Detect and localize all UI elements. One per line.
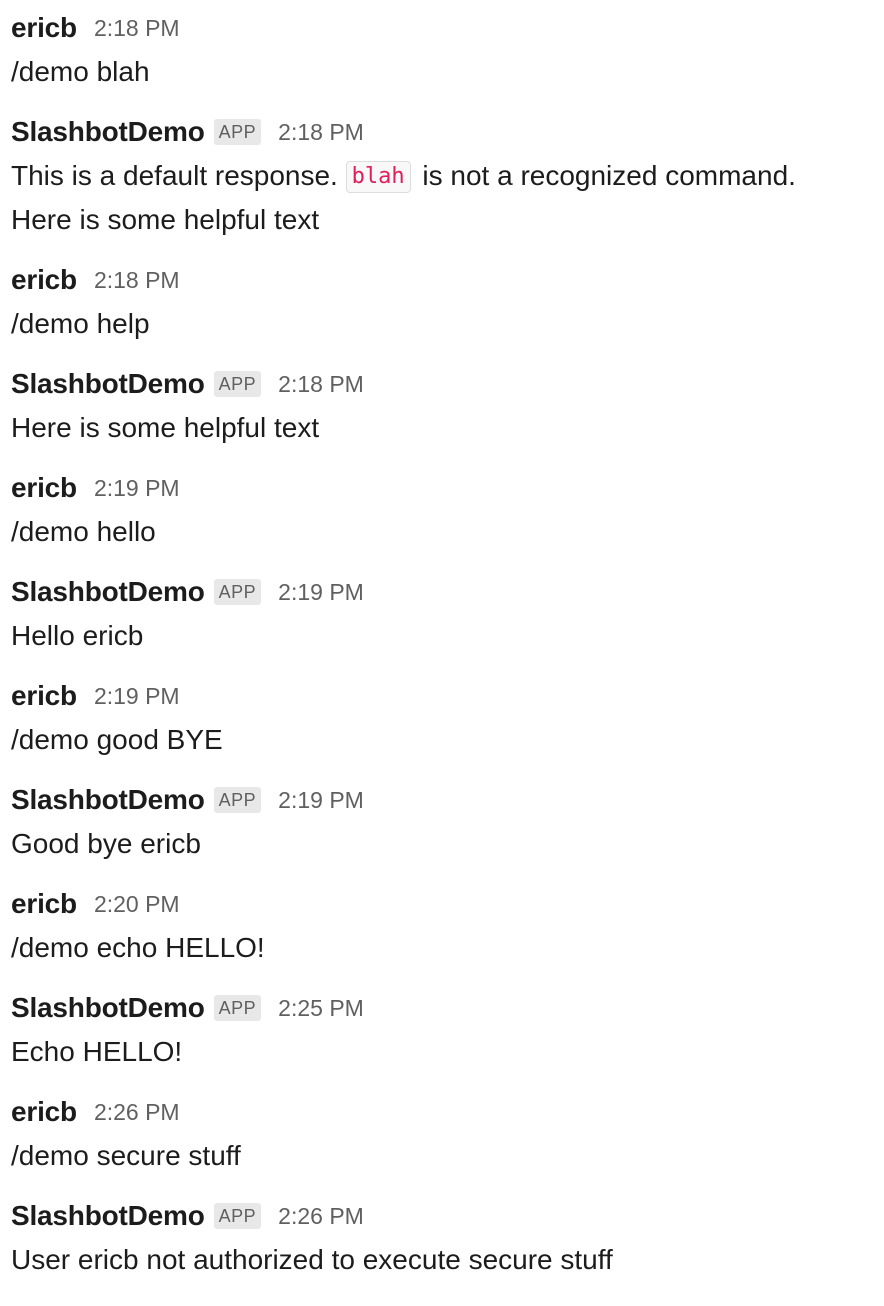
message-timestamp[interactable]: 2:25 PM	[278, 995, 364, 1022]
message-text: /demo hello	[11, 516, 156, 547]
message-header: ericb 2:18 PM	[11, 10, 180, 46]
message-header: SlashbotDemo APP 2:18 PM	[11, 114, 364, 150]
message-body: /demo blah	[11, 50, 150, 94]
app-badge: APP	[213, 119, 262, 145]
sender-name[interactable]: SlashbotDemo	[11, 576, 205, 608]
message-body: /demo good BYE	[11, 718, 223, 762]
message-header: SlashbotDemo APP 2:19 PM	[11, 782, 364, 818]
sender-name[interactable]: ericb	[11, 12, 77, 44]
message-body: /demo help	[11, 302, 150, 346]
message-text: /demo echo HELLO!	[11, 932, 265, 963]
message-item: ericb 2:19 PM/demo good BYE	[11, 678, 884, 782]
sender-name[interactable]: ericb	[11, 1096, 77, 1128]
message-text: Here is some helpful text	[11, 204, 320, 235]
message-timestamp[interactable]: 2:19 PM	[278, 579, 364, 606]
message-line: /demo secure stuff	[11, 1134, 241, 1178]
app-badge: APP	[213, 787, 262, 813]
message-line: /demo hello	[11, 510, 156, 554]
sender-name[interactable]: ericb	[11, 472, 77, 504]
message-timestamp[interactable]: 2:18 PM	[278, 119, 364, 146]
app-badge: APP	[213, 995, 262, 1021]
message-line: /demo help	[11, 302, 150, 346]
message-list: ericb 2:18 PM/demo blah SlashbotDemo APP 2:1…	[0, 0, 884, 1306]
message-text: User ericb not authorized to execute sec…	[11, 1244, 613, 1275]
message-item: SlashbotDemo APP 2:19 PM Hello ericb	[11, 574, 884, 678]
message-header: ericb 2:19 PM	[11, 678, 180, 714]
message-body: Echo HELLO!	[11, 1030, 182, 1074]
message-item: ericb 2:20 PM/demo echo HELLO!	[11, 886, 884, 990]
message-text: /demo secure stuff	[11, 1140, 241, 1171]
message-timestamp[interactable]: 2:19 PM	[278, 787, 364, 814]
message-timestamp[interactable]: 2:26 PM	[94, 1099, 180, 1126]
message-line: /demo blah	[11, 50, 150, 94]
message-text: is not a recognized command.	[414, 160, 796, 191]
message-item: ericb 2:19 PM/demo hello	[11, 470, 884, 574]
sender-name[interactable]: SlashbotDemo	[11, 992, 205, 1024]
message-header: SlashbotDemo APP 2:26 PM	[11, 1198, 364, 1234]
inline-code: blah	[345, 161, 411, 193]
message-line: This is a default response. blah is not …	[11, 154, 796, 198]
message-item: ericb 2:18 PM/demo blah	[11, 10, 884, 114]
message-timestamp[interactable]: 2:20 PM	[94, 891, 180, 918]
sender-name[interactable]: ericb	[11, 680, 77, 712]
sender-name[interactable]: ericb	[11, 264, 77, 296]
message-timestamp[interactable]: 2:26 PM	[278, 1203, 364, 1230]
message-timestamp[interactable]: 2:18 PM	[94, 15, 180, 42]
message-text: This is a default response.	[11, 160, 346, 191]
message-body: User ericb not authorized to execute sec…	[11, 1238, 613, 1282]
message-timestamp[interactable]: 2:18 PM	[94, 267, 180, 294]
app-badge: APP	[213, 579, 262, 605]
message-body: /demo echo HELLO!	[11, 926, 265, 970]
message-timestamp[interactable]: 2:19 PM	[94, 683, 180, 710]
sender-name[interactable]: SlashbotDemo	[11, 368, 205, 400]
message-line: User ericb not authorized to execute sec…	[11, 1238, 613, 1282]
sender-name[interactable]: ericb	[11, 888, 77, 920]
message-text: Here is some helpful text	[11, 412, 320, 443]
message-header: ericb 2:20 PM	[11, 886, 180, 922]
message-line: Echo HELLO!	[11, 1030, 182, 1074]
sender-name[interactable]: SlashbotDemo	[11, 116, 205, 148]
message-text: /demo blah	[11, 56, 150, 87]
app-badge: APP	[213, 1203, 262, 1229]
message-line: /demo good BYE	[11, 718, 223, 762]
message-line: Here is some helpful text	[11, 406, 319, 450]
message-body: This is a default response. blah is not …	[11, 154, 796, 242]
message-line: Here is some helpful text	[11, 198, 796, 242]
message-body: /demo hello	[11, 510, 156, 554]
message-header: ericb 2:19 PM	[11, 470, 180, 506]
message-text: /demo help	[11, 308, 150, 339]
message-header: SlashbotDemo APP 2:18 PM	[11, 366, 364, 402]
message-text: Good bye ericb	[11, 828, 201, 859]
message-item: SlashbotDemo APP 2:18 PM Here is some helpf…	[11, 366, 884, 470]
message-body: Hello ericb	[11, 614, 143, 658]
message-item: SlashbotDemo APP 2:18 PM This is a default …	[11, 114, 884, 235]
message-body: /demo secure stuff	[11, 1134, 241, 1178]
message-timestamp[interactable]: 2:19 PM	[94, 475, 180, 502]
message-header: SlashbotDemo APP 2:25 PM	[11, 990, 364, 1026]
sender-name[interactable]: SlashbotDemo	[11, 1200, 205, 1232]
message-line: Good bye ericb	[11, 822, 201, 866]
message-item: ericb 2:26 PM/demo secure stuff	[11, 1094, 884, 1198]
message-timestamp[interactable]: 2:18 PM	[278, 371, 364, 398]
message-item: SlashbotDemo APP 2:25 PM Echo HELLO!	[11, 990, 884, 1094]
message-text: Echo HELLO!	[11, 1036, 183, 1067]
message-header: ericb 2:26 PM	[11, 1094, 180, 1130]
message-item: ericb 2:18 PM/demo help	[11, 262, 884, 366]
message-item: SlashbotDemo APP 2:26 PM User ericb not aut…	[11, 1198, 884, 1302]
message-item: SlashbotDemo APP 2:19 PM Good bye ericb	[11, 782, 884, 886]
message-header: ericb 2:18 PM	[11, 262, 180, 298]
message-text: Hello ericb	[11, 620, 144, 651]
message-line: Hello ericb	[11, 614, 143, 658]
message-body: Good bye ericb	[11, 822, 201, 866]
message-body: Here is some helpful text	[11, 406, 319, 450]
sender-name[interactable]: SlashbotDemo	[11, 784, 205, 816]
message-text: /demo good BYE	[11, 724, 223, 755]
message-header: SlashbotDemo APP 2:19 PM	[11, 574, 364, 610]
app-badge: APP	[213, 371, 262, 397]
message-line: /demo echo HELLO!	[11, 926, 265, 970]
